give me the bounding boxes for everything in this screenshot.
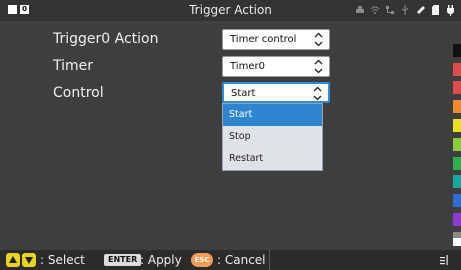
- esc-key[interactable]: ESC: [191, 253, 213, 267]
- channel-color-bar: [453, 157, 461, 170]
- channel-color-bar: [453, 213, 461, 226]
- instrument-screen: 0 Trigger Action Trigger0 Action Timer c…: [0, 0, 461, 270]
- channel-color-bar: [453, 81, 461, 94]
- down-arrow-icon: [25, 257, 33, 264]
- channel-color-bar: [453, 119, 461, 132]
- apply-hint: : Apply: [140, 253, 182, 267]
- control-value: Start: [231, 88, 256, 99]
- timer-value: Timer0: [230, 61, 265, 72]
- channel-color-bar: [453, 44, 461, 57]
- footer-bar: : Select ENTER : Apply ESC : Cancel: [0, 250, 461, 270]
- timer-label: Timer: [53, 58, 94, 74]
- header-bar: 0 Trigger Action: [0, 0, 461, 21]
- sd-card-icon: [430, 5, 440, 16]
- control-dropdown-list: Start Stop Restart: [222, 103, 323, 171]
- channel-color-bar: [453, 63, 461, 76]
- updown-chevron-icon: [314, 59, 323, 74]
- network-icon: [385, 5, 395, 16]
- trigger-action-value: Timer control: [230, 34, 297, 45]
- up-arrow-icon: [9, 256, 17, 263]
- footer-divider: [269, 250, 270, 270]
- timer-select[interactable]: Timer0: [222, 56, 330, 77]
- usb-icon: [400, 5, 410, 16]
- down-arrow-key[interactable]: [22, 253, 36, 267]
- select-hint: : Select: [40, 253, 85, 267]
- cancel-hint: : Cancel: [217, 253, 266, 267]
- dropdown-option-start[interactable]: Start: [223, 104, 322, 126]
- trigger-action-label: Trigger0 Action: [53, 31, 159, 47]
- control-select[interactable]: Start: [222, 82, 330, 103]
- channel-color-bar: [453, 194, 461, 207]
- wifi-icon: [370, 5, 380, 16]
- power-plug-icon: [445, 5, 455, 16]
- trigger-action-select[interactable]: Timer control: [222, 29, 330, 50]
- menu-icon[interactable]: [439, 253, 449, 267]
- dropdown-option-stop[interactable]: Stop: [223, 126, 322, 148]
- status-icon-group: [355, 4, 455, 17]
- enter-key[interactable]: ENTER: [104, 254, 142, 266]
- dropdown-option-restart[interactable]: Restart: [223, 148, 322, 170]
- printer-icon: [355, 5, 365, 16]
- up-arrow-key[interactable]: [6, 253, 20, 267]
- control-label: Control: [53, 85, 104, 101]
- channel-color-bar: [453, 175, 461, 188]
- channel-color-bar: [453, 238, 461, 246]
- updown-chevron-icon: [314, 32, 323, 47]
- channel-color-bar: [453, 138, 461, 151]
- updown-chevron-icon: [313, 86, 322, 101]
- channel-color-bar: [453, 100, 461, 113]
- link-icon: [415, 5, 425, 16]
